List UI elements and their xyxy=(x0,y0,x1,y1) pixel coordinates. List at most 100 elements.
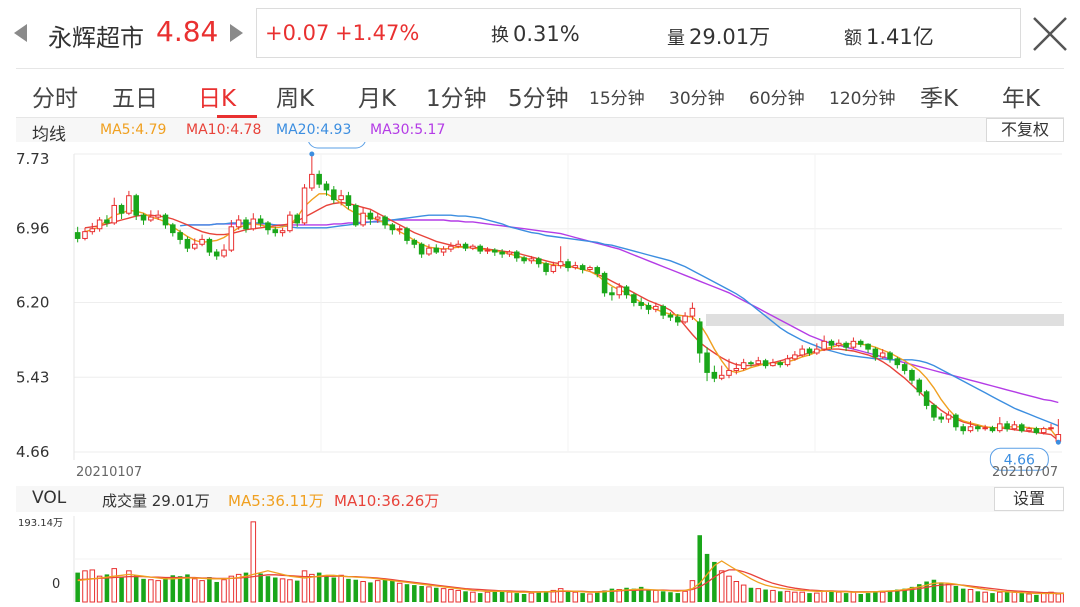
tab-yearly-k[interactable]: 年K xyxy=(1002,79,1040,113)
candle-body-down xyxy=(894,358,901,366)
volume-bar-down xyxy=(697,535,703,602)
volume-bar-up xyxy=(528,592,535,603)
candle-body-down xyxy=(916,379,923,393)
close-icon[interactable] xyxy=(1030,14,1070,54)
tab-15min[interactable]: 15分钟 xyxy=(589,84,645,109)
candle-body-up xyxy=(199,238,205,245)
volume-bar-down xyxy=(177,576,183,602)
candle-body-down xyxy=(543,263,549,272)
volume-bar-up xyxy=(814,592,820,603)
candle-body-down xyxy=(213,251,220,257)
high-price-text: 7.73 xyxy=(321,142,352,146)
tab-30min[interactable]: 30分钟 xyxy=(669,84,725,109)
candle-body-up xyxy=(82,231,88,239)
candle-body-up xyxy=(967,426,974,432)
ma-legend-bar: 均线 MA5:4.79 MA10:4.78 MA20:4.93 MA30:5.1… xyxy=(16,118,1064,145)
volume-chart[interactable]: 193.14万 0 xyxy=(16,512,1064,605)
high-price-label: 7.73 xyxy=(308,142,366,149)
stock-price: 4.84 xyxy=(156,15,219,48)
tab-60min[interactable]: 60分钟 xyxy=(749,84,805,109)
candle-body-up xyxy=(126,195,132,214)
candle-body-up xyxy=(228,226,235,251)
next-stock-arrow-icon[interactable] xyxy=(230,24,243,42)
candle-body-up xyxy=(718,374,725,379)
candlestick xyxy=(711,365,718,383)
candle-body-up xyxy=(221,249,227,257)
adjust-price-button[interactable]: 不复权 xyxy=(986,118,1064,142)
candlestick xyxy=(462,242,469,252)
candle-body-up xyxy=(945,414,952,420)
candle-body-up xyxy=(89,228,96,233)
candle-body-up xyxy=(338,195,344,201)
candlestick xyxy=(565,258,571,272)
candlestick xyxy=(104,215,110,227)
candle-body-down xyxy=(133,195,139,216)
candlestick xyxy=(477,244,483,254)
volume-bar-down xyxy=(324,576,329,602)
tab-120min[interactable]: 120分钟 xyxy=(829,84,895,109)
candle-body-down xyxy=(667,314,674,318)
period-tabs: 分时 五日 日K 周K 月K 1分钟 5分钟 15分钟 30分钟 60分钟 12… xyxy=(16,68,1064,118)
volume-bar-up xyxy=(945,583,952,603)
candle-body-down xyxy=(499,251,505,255)
volume-bar-down xyxy=(887,590,893,602)
candle-body-up xyxy=(997,423,1003,432)
volume-legend: 成交量 29.01万 xyxy=(102,492,210,510)
candle-body-down xyxy=(960,426,966,432)
candlestick xyxy=(792,351,798,361)
volume-bar-up xyxy=(455,589,461,603)
tab-five-day[interactable]: 五日 xyxy=(112,79,158,113)
candle-body-down xyxy=(170,224,176,234)
candle-body-down xyxy=(140,214,147,221)
candle-body-down xyxy=(579,265,586,271)
tab-monthly-k[interactable]: 月K xyxy=(358,79,396,113)
high-price-marker xyxy=(309,151,315,157)
tab-weekly-k[interactable]: 周K xyxy=(276,79,314,113)
vol-ma10-legend: MA10:36.26万 xyxy=(334,492,440,510)
candle-body-up xyxy=(784,358,791,366)
tab-5min[interactable]: 5分钟 xyxy=(508,79,569,113)
volume-bar-up xyxy=(148,579,154,603)
candlestick xyxy=(543,261,549,276)
candlestick xyxy=(645,302,652,315)
candle-body-down xyxy=(323,183,330,191)
volume-bar-up xyxy=(740,584,747,603)
kline-chart[interactable]: 7.736.966.205.434.66 7.734.66 20210107 2… xyxy=(16,142,1064,482)
candle-body-down xyxy=(177,232,183,240)
candlestick xyxy=(718,365,725,381)
candlestick xyxy=(448,242,454,253)
candlestick xyxy=(857,339,864,348)
tab-1min[interactable]: 1分钟 xyxy=(426,79,487,113)
candle-body-down xyxy=(418,243,425,255)
candlestick xyxy=(938,413,945,423)
candle-body-down xyxy=(938,416,945,420)
tab-intraday[interactable]: 分时 xyxy=(32,79,78,113)
volume-bar-up xyxy=(1011,591,1018,603)
tab-quarterly-k[interactable]: 季K xyxy=(920,79,958,113)
prev-stock-arrow-icon[interactable] xyxy=(14,24,27,42)
candle-body-down xyxy=(243,219,249,230)
volume-bar-down xyxy=(580,593,585,602)
candlestick xyxy=(213,249,220,260)
tab-daily-k[interactable]: 日K xyxy=(198,79,236,113)
volume-bar-down xyxy=(404,584,410,602)
candlestick xyxy=(411,238,418,249)
settings-button[interactable]: 设置 xyxy=(994,487,1064,511)
candlestick xyxy=(704,347,710,382)
candlestick xyxy=(331,186,337,204)
volume-bar-up xyxy=(982,591,988,603)
amount-value: 1.41亿 xyxy=(866,25,934,49)
candle-body-up xyxy=(301,187,308,224)
candle-body-down xyxy=(104,219,110,224)
volume-bar-down xyxy=(960,588,966,602)
candle-body-down xyxy=(162,214,169,226)
candle-body-up xyxy=(653,305,659,310)
volume-bar-down xyxy=(858,593,864,602)
volume-bar-up xyxy=(879,591,886,603)
volume-bar-up xyxy=(784,590,791,603)
volume-bar-down xyxy=(543,591,549,602)
y-tick-label: 6.96 xyxy=(16,220,49,238)
volume-bar-up xyxy=(792,591,798,603)
candle-body-down xyxy=(909,369,915,381)
volume-bar-down xyxy=(646,589,651,602)
